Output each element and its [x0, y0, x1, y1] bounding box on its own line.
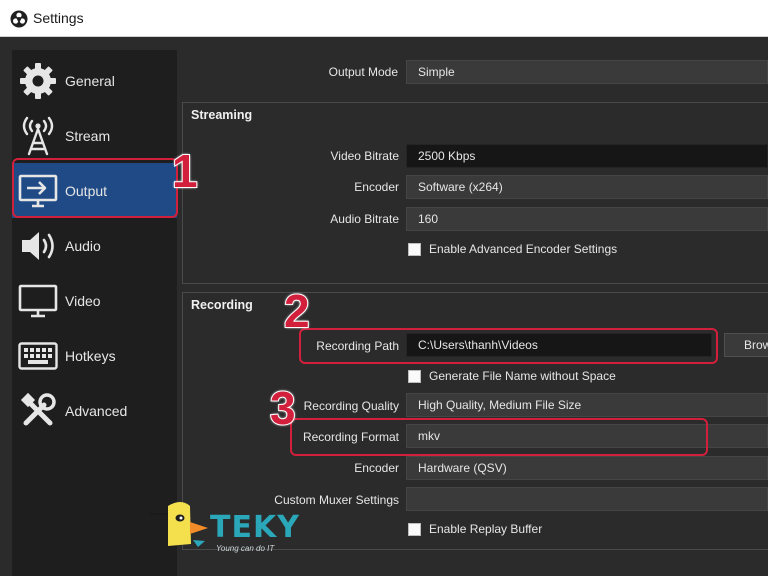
output-mode-select[interactable]: Simple — [406, 60, 768, 84]
video-bitrate-label: Video Bitrate — [330, 149, 400, 163]
teky-mascot-logo — [150, 502, 208, 547]
custom-muxer-input[interactable] — [406, 487, 768, 511]
keyboard-icon — [18, 336, 58, 376]
checkbox-label: Enable Replay Buffer — [429, 522, 543, 536]
checkbox-label: Generate File Name without Space — [429, 369, 616, 383]
recording-format-select[interactable]: mkv — [406, 424, 768, 448]
streaming-encoder-label: Encoder — [354, 180, 399, 194]
watermark-brand: TEKY — [210, 510, 300, 545]
audio-bitrate-label: Audio Bitrate — [330, 212, 399, 226]
replay-buffer-checkbox[interactable]: Enable Replay Buffer — [408, 522, 542, 536]
title-bar: Settings — [0, 0, 768, 37]
browse-button[interactable]: Brow — [724, 333, 768, 357]
browse-button-label: Brow — [744, 338, 768, 352]
recording-path-label: Recording Path — [316, 339, 399, 353]
step-number-1: 1 — [171, 145, 199, 197]
sidebar-item-advanced[interactable]: Advanced — [12, 383, 177, 438]
recording-quality-select[interactable]: High Quality, Medium File Size — [406, 393, 768, 417]
sidebar-item-general[interactable]: General — [12, 53, 177, 108]
video-bitrate-value: 2500 Kbps — [418, 149, 476, 163]
recording-group-title: Recording — [191, 298, 253, 312]
sidebar-item-label: Output — [65, 182, 108, 199]
recording-encoder-value: Hardware (QSV) — [418, 461, 507, 475]
broadcast-tower-icon — [18, 116, 58, 156]
teky-watermark: TEKY Young can do IT — [150, 500, 300, 556]
sidebar-item-label: Audio — [65, 237, 101, 254]
obs-logo-icon — [10, 10, 28, 28]
sidebar-item-stream[interactable]: Stream — [12, 108, 177, 163]
checkbox-box[interactable] — [408, 242, 421, 256]
sidebar-item-audio[interactable]: Audio — [12, 218, 177, 273]
generate-filename-checkbox[interactable]: Generate File Name without Space — [408, 369, 616, 383]
recording-path-value: C:\Users\thanh\Videos — [418, 338, 538, 352]
recording-format-value: mkv — [418, 429, 440, 443]
step-number-2: 2 — [283, 285, 311, 337]
settings-sidebar: General Stream Output Audio Video Hotkey… — [12, 50, 177, 576]
sidebar-item-hotkeys[interactable]: Hotkeys — [12, 328, 177, 383]
output-monitor-icon — [18, 171, 58, 211]
recording-quality-value: High Quality, Medium File Size — [418, 398, 582, 412]
recording-encoder-select[interactable]: Hardware (QSV) — [406, 456, 768, 480]
sidebar-item-label: Advanced — [65, 402, 128, 419]
streaming-encoder-value: Software (x264) — [418, 180, 503, 194]
recording-quality-label: Recording Quality — [303, 399, 399, 413]
output-mode-label: Output Mode — [328, 65, 398, 79]
window-title: Settings — [33, 10, 84, 26]
sidebar-item-output[interactable]: Output — [12, 163, 177, 218]
checkbox-box[interactable] — [408, 369, 421, 383]
streaming-group-title: Streaming — [191, 108, 253, 122]
speaker-icon — [18, 226, 58, 266]
output-mode-value: Simple — [418, 65, 455, 79]
recording-path-input[interactable]: C:\Users\thanh\Videos — [406, 333, 712, 357]
video-bitrate-input[interactable]: 2500 Kbps — [406, 144, 768, 168]
recording-encoder-label: Encoder — [354, 461, 399, 475]
sidebar-item-label: Stream — [65, 127, 111, 144]
watermark-slogan: Young can do IT — [216, 544, 275, 553]
advanced-encoder-checkbox[interactable]: Enable Advanced Encoder Settings — [408, 242, 617, 256]
recording-format-label: Recording Format — [302, 430, 399, 444]
audio-bitrate-value: 160 — [418, 212, 439, 226]
audio-bitrate-select[interactable]: 160 — [406, 207, 768, 231]
step-number-3: 3 — [269, 382, 297, 434]
checkbox-label: Enable Advanced Encoder Settings — [429, 242, 618, 256]
checkbox-box[interactable] — [408, 522, 421, 536]
sidebar-item-label: General — [65, 72, 115, 89]
sidebar-item-label: Hotkeys — [65, 347, 116, 364]
sidebar-item-label: Video — [65, 292, 101, 309]
sidebar-item-video[interactable]: Video — [12, 273, 177, 328]
tools-icon — [18, 391, 58, 431]
gear-icon — [18, 61, 58, 101]
monitor-icon — [18, 281, 58, 321]
streaming-encoder-select[interactable]: Software (x264) — [406, 175, 768, 199]
